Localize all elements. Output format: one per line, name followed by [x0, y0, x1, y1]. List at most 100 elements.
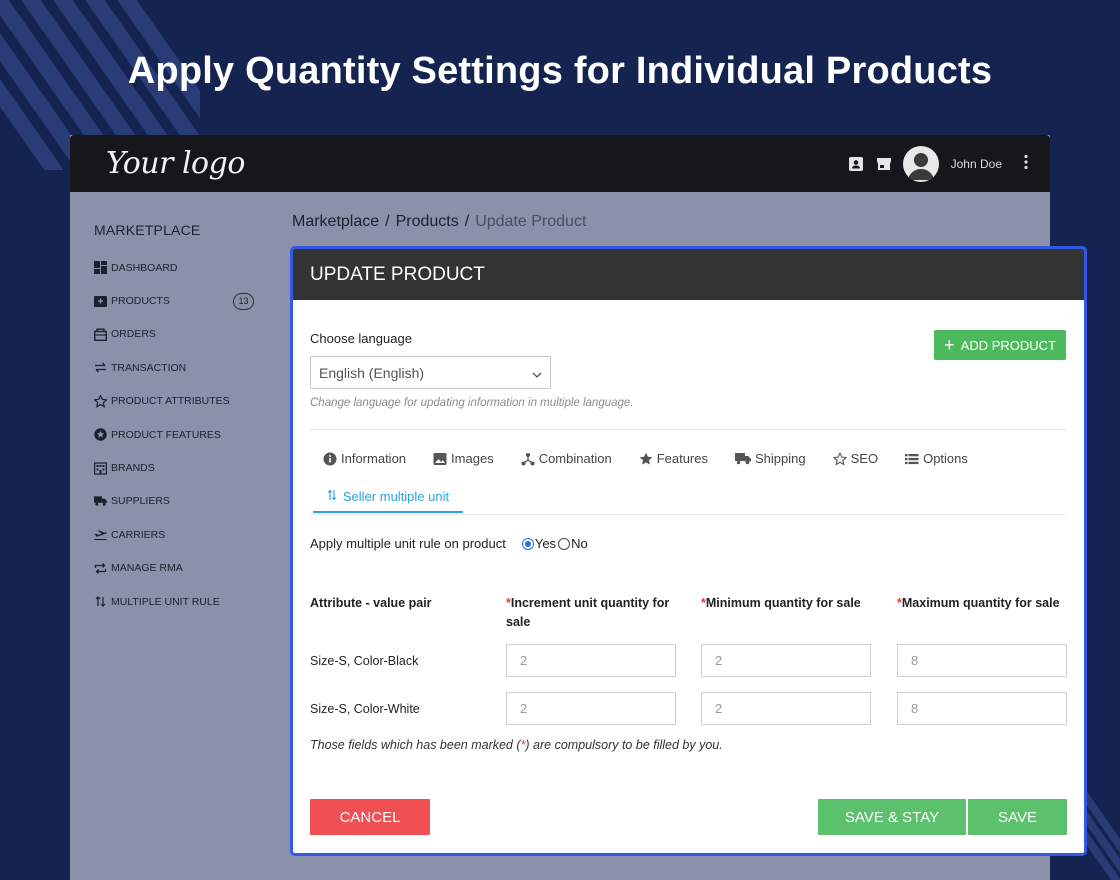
truck-icon [94, 495, 107, 508]
tab-combination[interactable]: Combination [521, 451, 612, 466]
tab-label: SEO [850, 451, 879, 466]
breadcrumb-separator: / [385, 213, 390, 230]
tab-label: Seller multiple unit [342, 488, 450, 504]
tab-label: Shipping [755, 451, 806, 466]
sidebar-item-product-attributes[interactable]: PRODUCT ATTRIBUTES [94, 385, 264, 418]
store-icon[interactable] [875, 155, 893, 173]
sidebar-item-transaction[interactable]: TRANSACTION [94, 351, 264, 384]
required-note: Those fields which has been marked (*) a… [310, 738, 723, 752]
attributes-icon [94, 394, 107, 408]
features-icon [94, 428, 107, 441]
column-header-label: Increment unit quantity for sale [506, 596, 670, 629]
note-text: Those fields which has been marked ( [310, 738, 521, 752]
sidebar-item-label: MANAGE RMA [111, 562, 183, 575]
column-header-label: Maximum quantity for sale [901, 596, 1060, 610]
maximum-quantity-input[interactable]: 8 [897, 692, 1067, 725]
sidebar-item-label: MULTIPLE UNIT RULE [111, 595, 220, 608]
tab-seller-multiple-unit[interactable]: Seller multiple unit [313, 481, 463, 513]
tab-images[interactable]: Images [433, 451, 494, 466]
sidebar-item-label: PRODUCT FEATURES [111, 428, 221, 441]
apply-yes-radio[interactable] [521, 537, 534, 550]
sidebar-item-label: TRANSACTION [111, 361, 187, 374]
combination-icon [521, 452, 535, 466]
star-outline-icon [832, 451, 847, 466]
tab-shipping[interactable]: Shipping [735, 451, 806, 466]
sidebar-item-orders[interactable]: ORDERS [94, 318, 264, 351]
column-header-maximum: *Maximum quantity for sale [897, 594, 1072, 613]
column-header-label: Attribute - value pair [310, 596, 432, 610]
info-icon [323, 452, 337, 466]
divider [310, 429, 1066, 430]
username[interactable]: John Doe [951, 157, 1002, 171]
brands-icon [94, 461, 107, 475]
add-product-button[interactable]: + ADD PRODUCT [934, 330, 1066, 360]
sidebar-item-label: PRODUCT ATTRIBUTES [111, 395, 230, 408]
card-body: Choose language English (English) Change… [293, 300, 1084, 853]
sidebar-item-products[interactable]: PRODUCTS 13 [94, 284, 264, 317]
column-header-increment: *Increment unit quantity for sale [506, 594, 676, 632]
breadcrumb-separator: / [464, 213, 470, 230]
breadcrumb: Marketplace / Products / Update Product [292, 213, 586, 231]
breadcrumb-products[interactable]: Products [396, 213, 459, 230]
increment-quantity-input[interactable]: 2 [506, 692, 676, 725]
column-header-label: Minimum quantity for sale [705, 596, 861, 610]
plus-icon: + [944, 335, 955, 355]
contact-card-icon[interactable] [847, 155, 865, 173]
update-product-card: UPDATE PRODUCT Choose language English (… [290, 246, 1087, 856]
sidebar-item-manage-rma[interactable]: MANAGE RMA [94, 552, 264, 585]
cancel-button[interactable]: CANCEL [310, 799, 430, 835]
apply-yes-label: Yes [534, 536, 557, 551]
minimum-quantity-input[interactable]: 2 [701, 644, 871, 677]
sidebar-item-carriers[interactable]: CARRIERS [94, 518, 264, 551]
sidebar-item-product-features[interactable]: PRODUCT FEATURES [94, 418, 264, 451]
tab-label: Features [656, 451, 708, 466]
sidebar-item-label: SUPPLIERS [111, 495, 170, 508]
language-select[interactable]: English (English) [310, 356, 551, 389]
top-bar: Your logo John Doe [70, 135, 1050, 192]
logo[interactable]: Your logo [106, 146, 245, 181]
sidebar-item-brands[interactable]: BRANDS [94, 451, 264, 484]
sidebar-heading: MARKETPLACE [94, 222, 201, 238]
truck-icon [735, 452, 751, 465]
top-bar-actions: John Doe [847, 135, 1030, 192]
save-and-stay-button[interactable]: SAVE & STAY [818, 799, 966, 835]
orders-icon [94, 328, 107, 341]
sidebar-item-dashboard[interactable]: DASHBOARD [94, 251, 264, 284]
sort-arrows-icon [94, 595, 107, 608]
minimum-quantity-input[interactable]: 2 [701, 692, 871, 725]
sidebar: MARKETPLACE DASHBOARD PRODUCTS 13 ORDERS… [94, 222, 264, 618]
column-header-minimum: *Minimum quantity for sale [701, 594, 876, 613]
table-row-pair-label: Size-S, Color-White [310, 702, 420, 716]
sidebar-item-label: ORDERS [111, 328, 156, 341]
more-options-icon[interactable] [1022, 154, 1030, 173]
list-icon [905, 453, 919, 465]
apply-rule-row: Apply multiple unit rule on product Yes … [310, 536, 588, 551]
transaction-icon [94, 361, 107, 374]
breadcrumb-marketplace[interactable]: Marketplace [292, 213, 379, 230]
tab-information[interactable]: Information [323, 451, 406, 466]
apply-rule-label: Apply multiple unit rule on product [310, 536, 506, 551]
hero-title: Apply Quantity Settings for Individual P… [127, 50, 993, 92]
table-row-pair-label: Size-S, Color-Black [310, 654, 419, 668]
star-icon [639, 452, 653, 466]
apply-no-option[interactable]: No [558, 536, 588, 551]
tab-features[interactable]: Features [639, 451, 708, 466]
rma-icon [94, 562, 107, 575]
avatar[interactable] [902, 145, 939, 182]
maximum-quantity-input[interactable]: 8 [897, 644, 1067, 677]
language-select-value: English (English) [319, 364, 425, 381]
apply-yes-option[interactable]: Yes [521, 536, 557, 551]
sidebar-item-suppliers[interactable]: SUPPLIERS [94, 485, 264, 518]
dashboard-icon [94, 261, 107, 275]
increment-quantity-input[interactable]: 2 [506, 644, 676, 677]
add-product-label: ADD PRODUCT [960, 337, 1056, 353]
sidebar-item-multiple-unit-rule[interactable]: MULTIPLE UNIT RULE [94, 585, 264, 618]
tab-options[interactable]: Options [905, 451, 968, 466]
language-label: Choose language [310, 331, 412, 346]
products-icon [94, 295, 107, 308]
save-button[interactable]: SAVE [968, 799, 1067, 835]
sidebar-item-label: BRANDS [111, 462, 155, 475]
apply-no-radio[interactable] [558, 537, 571, 550]
tab-seo[interactable]: SEO [832, 451, 879, 466]
language-hint: Change language for updating information… [310, 397, 634, 409]
